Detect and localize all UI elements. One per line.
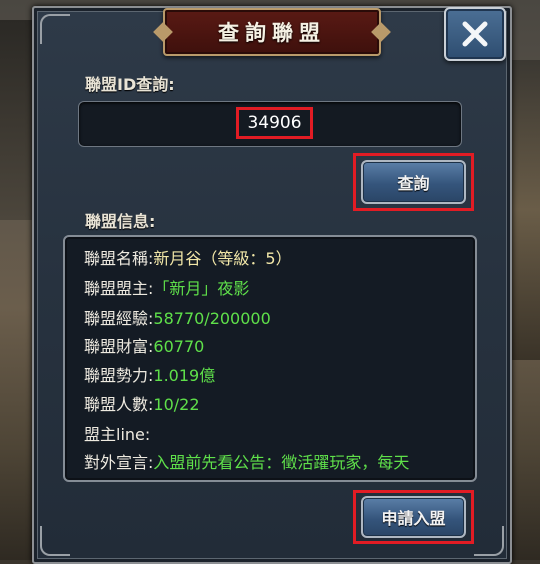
alliance-power-value: 1.019億 [153,366,216,385]
alliance-id-value[interactable]: 34906 [236,107,313,139]
corner-ornament [40,526,70,556]
info-key: 聯盟人數: [84,395,154,414]
dialog-title-plate: 查詢聯盟 [163,8,381,56]
close-button[interactable] [444,7,506,61]
info-row-leader-line: 盟主line: [84,421,150,445]
alliance-experience-value: 58770/200000 [153,309,271,328]
info-key: 聯盟盟主: [84,279,154,298]
info-key: 盟主line: [84,425,151,444]
apply-button-highlight: 申請入盟 [353,490,474,544]
info-row-leader: 聯盟盟主:「新月」夜影 [84,275,249,299]
info-key: 聯盟財富: [84,337,154,356]
alliance-name-value: 新月谷（等級：5） [153,249,292,268]
alliance-declaration-value: 入盟前先看公告：徵活躍玩家，每天 [153,453,410,472]
search-button[interactable]: 查詢 [361,160,466,204]
corner-ornament [40,14,70,44]
alliance-wealth-value: 60770 [153,337,205,356]
search-button-highlight: 查詢 [353,153,474,211]
info-key: 對外宣言: [84,453,154,472]
search-button-label: 查詢 [397,174,430,193]
info-row-wealth: 聯盟財富:60770 [84,333,204,357]
alliance-info-label: 聯盟信息: [85,212,156,231]
apply-join-button-label: 申請入盟 [381,509,446,528]
corner-ornament [474,526,504,556]
info-row-members: 聯盟人數:10/22 [84,391,200,415]
alliance-members-value: 10/22 [153,395,200,414]
info-row-experience: 聯盟經驗:58770/200000 [84,305,271,329]
info-row-name: 聯盟名稱:新月谷（等級：5） [84,245,292,269]
dialog-title: 查詢聯盟 [218,21,326,45]
info-row-power: 聯盟勢力:1.019億 [84,362,215,386]
alliance-id-label: 聯盟ID查詢: [85,75,175,94]
apply-join-button[interactable]: 申請入盟 [361,496,466,538]
info-key: 聯盟經驗: [84,309,154,328]
info-key: 聯盟名稱: [84,249,154,268]
alliance-leader-value: 「新月」夜影 [153,279,250,298]
close-icon [462,21,488,47]
info-key: 聯盟勢力: [84,366,154,385]
info-row-declaration: 對外宣言:入盟前先看公告：徵活躍玩家，每天 [84,449,409,473]
